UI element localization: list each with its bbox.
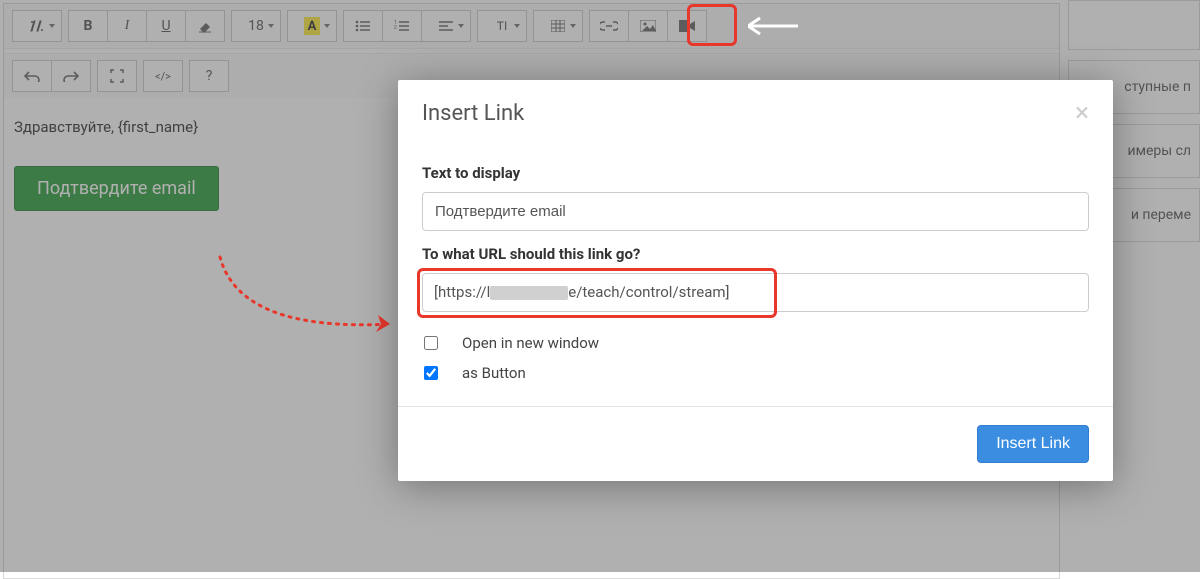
as-button-label: as Button [462,364,526,382]
insert-link-modal: Insert Link × Text to display To what UR… [398,80,1113,481]
modal-title: Insert Link [422,101,524,126]
text-to-display-input[interactable] [422,192,1089,231]
open-new-window-label: Open in new window [462,334,599,352]
as-button-checkbox[interactable] [424,366,438,380]
url-label: To what URL should this link go? [422,245,1089,263]
close-button[interactable]: × [1075,100,1089,126]
insert-link-submit-button[interactable]: Insert Link [977,425,1089,463]
link-button-highlight [687,4,737,46]
url-input[interactable] [422,273,1089,312]
text-to-display-label: Text to display [422,164,1089,182]
open-new-window-checkbox[interactable] [424,336,438,350]
